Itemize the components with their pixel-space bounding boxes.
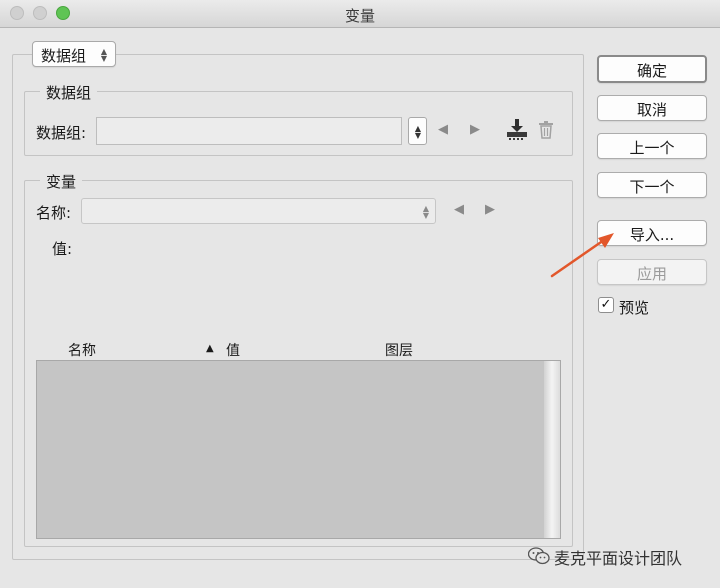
column-header-name[interactable]: 名称 [68, 340, 96, 360]
dataset-input[interactable] [96, 117, 402, 145]
updown-icon: ▲ ▼ [100, 47, 108, 63]
next-button[interactable]: 下一个 [597, 172, 707, 198]
column-header-layer[interactable]: 图层 [385, 340, 413, 360]
preview-checkbox[interactable]: ✓ [598, 297, 614, 313]
variables-table[interactable] [36, 360, 561, 539]
title-bar: 变量 [0, 0, 720, 28]
sort-ascending-icon: ▲ [206, 343, 214, 354]
watermark-text: 麦克平面设计团队 [554, 549, 683, 568]
variable-next-arrow-icon[interactable]: ▶ [485, 202, 495, 217]
wechat-icon [528, 547, 550, 565]
variable-group-legend: 变量 [40, 171, 83, 192]
trash-icon[interactable] [538, 121, 554, 139]
dataset-prev-arrow-icon[interactable]: ◀ [438, 122, 448, 137]
table-scrollbar[interactable] [544, 361, 560, 538]
annotation-arrow-icon [550, 233, 614, 278]
dataset-label: 数据组: [36, 124, 87, 142]
cancel-button[interactable]: 取消 [597, 95, 707, 121]
column-header-value[interactable]: 值 [226, 340, 240, 360]
mode-popup-label: 数据组 [41, 47, 87, 65]
previous-button[interactable]: 上一个 [597, 133, 707, 159]
dataset-next-arrow-icon[interactable]: ▶ [470, 122, 480, 137]
import-icon[interactable] [505, 118, 529, 142]
ok-button[interactable]: 确定 [597, 55, 707, 83]
preview-label: 预览 [619, 299, 650, 317]
dataset-stepper[interactable]: ▲ ▼ [408, 117, 427, 145]
window-title: 变量 [344, 7, 375, 25]
value-label: 值: [52, 240, 73, 258]
variable-prev-arrow-icon[interactable]: ◀ [454, 202, 464, 217]
name-select[interactable]: ▲ ▼ [81, 198, 436, 224]
data-group-legend: 数据组 [40, 82, 98, 103]
mode-popup[interactable]: 数据组 ▲ ▼ [32, 41, 116, 67]
updown-icon: ▲ ▼ [414, 124, 422, 140]
name-label: 名称: [36, 204, 72, 222]
updown-icon: ▲ ▼ [422, 204, 430, 220]
